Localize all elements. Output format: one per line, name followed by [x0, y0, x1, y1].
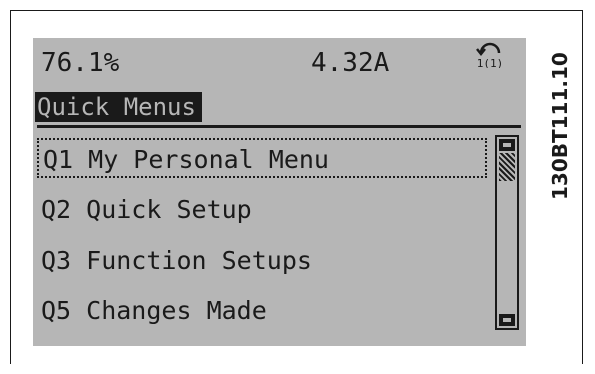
figure-frame-right	[582, 10, 583, 364]
menu-item-q5[interactable]: Q5 Changes Made	[37, 291, 487, 331]
lcd-display: 76.1% 4.32A 1(1) Quick Menus Q1 My Perso…	[33, 38, 526, 346]
menu-item-q2[interactable]: Q2 Quick Setup	[37, 190, 487, 230]
figure-frame-top	[10, 10, 583, 11]
scroll-down-icon[interactable]	[499, 314, 515, 326]
scroll-up-icon[interactable]	[499, 139, 515, 151]
status-current: 4.32A	[311, 48, 390, 78]
figure-frame-left	[10, 10, 11, 364]
menu-title: Quick Menus	[35, 92, 202, 122]
status-percent: 76.1%	[41, 48, 120, 78]
scroll-thumb[interactable]	[499, 153, 515, 181]
setup-label: 1(1)	[477, 57, 504, 68]
figure-code-text: 130BT111.10	[548, 52, 572, 200]
menu-item-q3[interactable]: Q3 Function Setups	[37, 241, 487, 281]
menu-item-q1[interactable]: Q1 My Personal Menu	[37, 138, 487, 178]
status-line: 76.1% 4.32A	[39, 48, 519, 78]
menu-scrollbar[interactable]	[495, 135, 519, 330]
title-underline	[37, 125, 521, 128]
setup-cycle-icon: 1(1)	[476, 42, 504, 68]
